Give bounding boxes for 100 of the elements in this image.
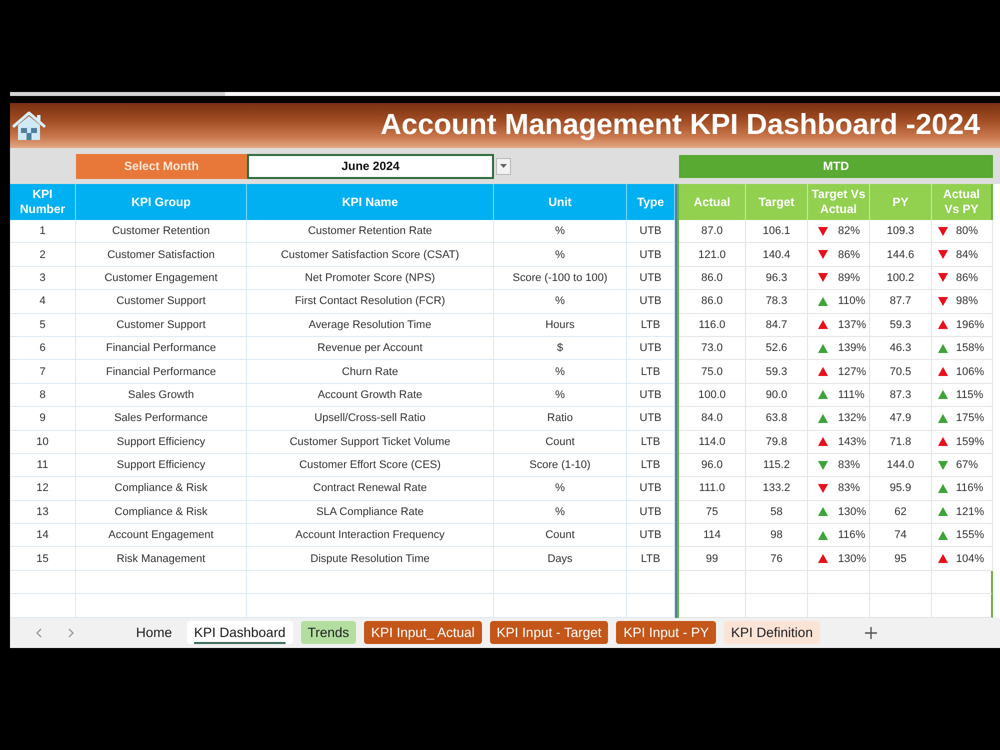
table-cell: %	[494, 243, 627, 267]
table-cell: %	[494, 360, 627, 384]
percent-value: 155%	[956, 529, 984, 542]
percent-value: 83%	[838, 459, 860, 472]
table-cell: 78.3	[746, 290, 808, 314]
table-cell: Account Interaction Frequency	[247, 524, 494, 548]
table-cell: 7	[10, 360, 76, 384]
percent-value: 110%	[838, 295, 866, 308]
dropdown-button[interactable]	[496, 158, 511, 174]
table-cell: 14	[10, 524, 76, 548]
mtd-label: MTD	[679, 154, 993, 178]
sheet-tab[interactable]: KPI Input - PY	[616, 621, 716, 644]
table-cell: 5	[10, 314, 76, 337]
table-cell: Customer Effort Score (CES)	[247, 454, 494, 478]
table-cell: 6	[10, 336, 76, 360]
table-cell: Days	[494, 547, 627, 571]
percent-value: 89%	[838, 272, 860, 284]
table-cell: %	[494, 500, 627, 524]
percent-value: 80%	[956, 225, 978, 238]
table-cell: UTB	[627, 266, 675, 290]
percent-value: 137%	[838, 318, 866, 331]
table-cell: Churn Rate	[247, 360, 494, 384]
percent-value: 196%	[956, 318, 984, 331]
table-cell: Customer Support Ticket Volume	[247, 430, 494, 454]
percent-value: 130%	[838, 506, 866, 518]
column-header: Actual	[679, 184, 746, 220]
month-select-field[interactable]: June 2024	[247, 154, 494, 178]
table-cell: LTB	[627, 454, 675, 478]
table-cell: UTB	[627, 407, 675, 431]
percent-value: 127%	[838, 366, 866, 378]
month-label: Select Month	[76, 154, 247, 178]
table-cell: 109.3	[870, 220, 932, 244]
sheet-tab[interactable]: KPI Input_ Actual	[364, 621, 482, 644]
table-cell: 86.0	[679, 290, 746, 314]
table-cell: Net Promoter Score (NPS)	[247, 266, 494, 290]
table-cell: 71.8	[870, 430, 932, 454]
table-cell: 59.3	[870, 314, 932, 337]
table-cell: Support Efficiency	[76, 454, 247, 478]
table-cell: 59.3	[746, 360, 808, 384]
percent-value: 84%	[956, 248, 978, 261]
column-header: Target	[746, 184, 808, 220]
column-header: KPI Name	[247, 184, 494, 220]
sheet-tab[interactable]: KPI Definition	[724, 621, 820, 644]
sheet-tab[interactable]: KPI Dashboard	[187, 621, 293, 644]
caret-icon	[500, 164, 507, 168]
sheet-tab[interactable]: Home	[129, 621, 180, 644]
table-cell: 144.0	[870, 454, 932, 478]
table-cell: UTB	[627, 524, 675, 548]
table-cell: 70.5	[870, 360, 932, 384]
percent-value: 67%	[956, 459, 978, 472]
table-cell: 3	[10, 266, 76, 290]
table-cell: UTB	[627, 477, 675, 501]
sheet-tab[interactable]: Trends	[300, 621, 356, 644]
column-header: KPI Number	[10, 184, 76, 220]
table-cell: Dispute Resolution Time	[247, 547, 494, 571]
table-cell: 100.2	[870, 266, 932, 290]
plus-icon	[864, 626, 877, 639]
table-cell: Hours	[494, 314, 627, 337]
table-cell: Customer Support	[76, 314, 247, 337]
table-cell: 144.6	[870, 243, 932, 267]
table-cell: UTB	[627, 290, 675, 314]
table-cell: Customer Satisfaction	[76, 243, 247, 267]
table-cell: Average Resolution Time	[247, 314, 494, 337]
table-cell: 114	[679, 524, 746, 548]
add-sheet-button[interactable]	[864, 626, 878, 640]
chevron-right-icon	[68, 628, 74, 638]
table-cell: Customer Satisfaction Score (CSAT)	[247, 243, 494, 267]
sheet-tab[interactable]: KPI Input - Target	[490, 621, 608, 644]
table-cell: 133.2	[746, 477, 808, 501]
table-cell: 4	[10, 290, 76, 314]
table-cell: %	[494, 290, 627, 314]
table-cell: 140.4	[746, 243, 808, 267]
table-cell: Upsell/Cross-sell Ratio	[247, 407, 494, 431]
column-header: Unit	[494, 184, 627, 220]
percent-value: 139%	[838, 342, 866, 354]
table-cell: Revenue per Account	[247, 336, 494, 360]
percent-value: 159%	[956, 436, 984, 448]
table-cell: Financial Performance	[76, 360, 247, 384]
table-cell: 2	[10, 243, 76, 267]
table-cell: 116.0	[679, 314, 746, 337]
percent-value: 132%	[838, 412, 866, 424]
table-cell: 98	[746, 524, 808, 548]
percent-value: 116%	[838, 529, 866, 542]
table-cell: Customer Retention	[76, 220, 247, 244]
table-cell: 95.9	[870, 477, 932, 501]
percent-value: 86%	[838, 248, 860, 261]
table-cell: LTB	[627, 360, 675, 384]
percent-value: 106%	[956, 366, 984, 378]
table-cell: Score (1-10)	[494, 454, 627, 478]
home-icon[interactable]	[12, 110, 46, 142]
chevron-left-icon	[36, 628, 42, 638]
percent-value: 86%	[956, 272, 978, 284]
table-cell: Ratio	[494, 407, 627, 431]
table-cell: 87.3	[870, 384, 932, 408]
table-cell: UTB	[627, 500, 675, 524]
table-cell: 111.0	[679, 477, 746, 501]
table-cell: UTB	[627, 243, 675, 267]
column-header: PY	[870, 184, 932, 220]
table-cell: LTB	[627, 547, 675, 571]
percent-value: 143%	[838, 436, 866, 448]
